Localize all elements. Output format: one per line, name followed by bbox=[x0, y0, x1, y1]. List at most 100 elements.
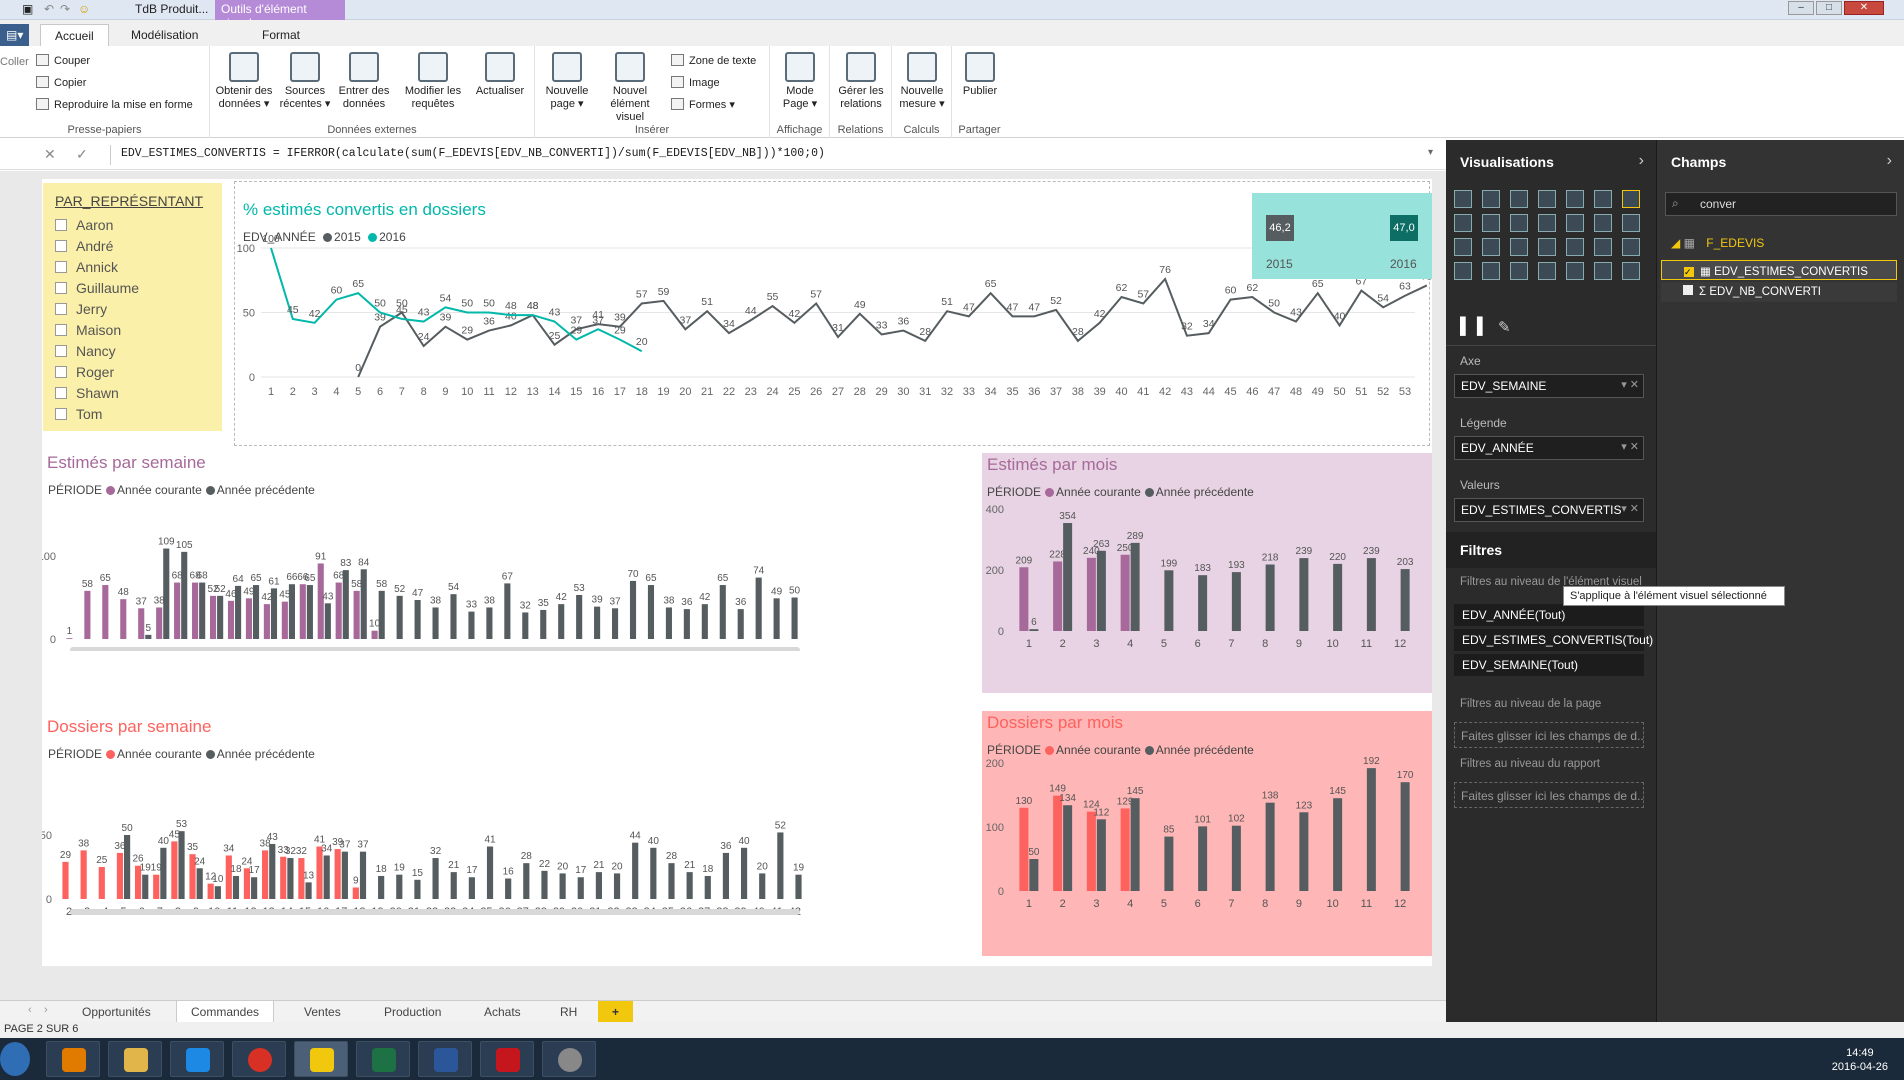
checkbox[interactable] bbox=[55, 282, 67, 294]
recent-sources-button[interactable]: Sources récentes ▾ bbox=[278, 52, 332, 111]
cut-button[interactable]: Couper bbox=[36, 54, 90, 67]
new-measure-button[interactable]: Nouvelle mesure ▾ bbox=[896, 52, 948, 111]
page-tab-rh[interactable]: RH bbox=[546, 1001, 591, 1023]
next-page-icon[interactable]: › bbox=[44, 1004, 48, 1016]
line-chart-visual[interactable]: % estimés convertis en dossiers EDV_ANNÉ… bbox=[234, 181, 1431, 446]
search-input[interactable]: conver bbox=[1700, 197, 1736, 211]
monthly-files-visual[interactable]: Dossiers par mois PÉRIODE Année courante A… bbox=[982, 711, 1432, 956]
start-button[interactable] bbox=[0, 1042, 30, 1076]
visual-type-icon[interactable] bbox=[1482, 214, 1500, 232]
slicer-item[interactable]: Shawn bbox=[55, 385, 119, 401]
tab-modelisation[interactable]: Modélisation bbox=[117, 24, 212, 46]
visual-type-icon[interactable] bbox=[1594, 190, 1612, 208]
page-tab-production[interactable]: Production bbox=[370, 1001, 455, 1023]
redo-icon[interactable]: ↷ bbox=[60, 2, 70, 16]
paste-button[interactable]: Coller bbox=[0, 56, 29, 68]
visual-type-icon[interactable] bbox=[1594, 238, 1612, 256]
checkbox[interactable] bbox=[55, 324, 67, 336]
table-node[interactable]: ◢ ▦ F_EDEVIS bbox=[1671, 236, 1764, 250]
visual-type-icon[interactable] bbox=[1482, 190, 1500, 208]
manage-relations-button[interactable]: Gérer les relations bbox=[834, 52, 888, 111]
monthly-estimates-visual[interactable]: Estimés par mois PÉRIODE Année courante An… bbox=[982, 453, 1432, 693]
visual-type-icon[interactable] bbox=[1538, 214, 1556, 232]
smiley-icon[interactable]: ☺ bbox=[78, 2, 90, 16]
visual-type-icon[interactable] bbox=[1510, 214, 1528, 232]
checkbox[interactable] bbox=[55, 366, 67, 378]
maximize-button[interactable]: □ bbox=[1816, 1, 1842, 15]
checkbox[interactable] bbox=[55, 345, 67, 357]
refresh-button[interactable]: Actualiser bbox=[472, 52, 528, 98]
slicer-item[interactable]: André bbox=[55, 238, 113, 254]
new-page-button[interactable]: Nouvelle page ▾ bbox=[539, 52, 595, 111]
visual-type-icon[interactable] bbox=[1454, 190, 1472, 208]
tab-accueil[interactable]: Accueil bbox=[40, 24, 109, 46]
taskbar-powerbi[interactable] bbox=[294, 1041, 348, 1077]
cancel-formula-icon[interactable]: ✕ bbox=[44, 146, 56, 163]
visual-type-icon[interactable] bbox=[1482, 238, 1500, 256]
file-menu-button[interactable]: ▤▾ bbox=[0, 24, 30, 46]
enter-data-button[interactable]: Entrer des données bbox=[336, 52, 392, 111]
close-button[interactable]: ✕ bbox=[1844, 1, 1884, 15]
slicer-item[interactable]: Roger bbox=[55, 364, 114, 380]
collapse-chevron-icon[interactable]: › bbox=[1887, 152, 1892, 170]
visual-type-icon[interactable] bbox=[1454, 214, 1472, 232]
taskbar-outlook[interactable] bbox=[46, 1041, 100, 1077]
taskbar-explorer[interactable] bbox=[108, 1041, 162, 1077]
expand-icon[interactable]: ◢ bbox=[1671, 236, 1680, 250]
weekly-files-visual[interactable]: Dossiers par semaine PÉRIODE Année couran… bbox=[42, 715, 982, 915]
page-tab-commandes[interactable]: Commandes bbox=[176, 1001, 275, 1023]
taskbar-chrome[interactable] bbox=[232, 1041, 286, 1077]
slicer-item[interactable]: Tom bbox=[55, 406, 102, 422]
shapes-button[interactable]: Formes ▾ bbox=[671, 98, 735, 111]
legend-well[interactable]: EDV_ANNÉE ▾ ✕ bbox=[1454, 436, 1644, 460]
textbox-button[interactable]: Zone de texte bbox=[671, 54, 756, 67]
page-tab-opportunites[interactable]: Opportunités bbox=[68, 1001, 165, 1023]
checkbox[interactable] bbox=[55, 303, 67, 315]
taskbar-ie[interactable] bbox=[170, 1041, 224, 1077]
publish-button[interactable]: Publier bbox=[956, 52, 1004, 98]
tab-format[interactable]: Format bbox=[248, 24, 314, 46]
save-icon[interactable]: ▣ bbox=[22, 2, 33, 16]
report-filters-dropzone[interactable]: Faites glisser ici les champs de d... bbox=[1454, 782, 1644, 808]
remove-field-icon[interactable]: ▾ ✕ bbox=[1621, 378, 1639, 391]
system-clock[interactable]: 14:49 2016-04-26 bbox=[1832, 1046, 1888, 1074]
kpi-card[interactable]: 46,2 47,0 2015 2016 bbox=[1252, 193, 1432, 279]
slicer-item[interactable]: Nancy bbox=[55, 343, 116, 359]
filter-chip-estimes[interactable]: EDV_ESTIMES_CONVERTIS(Tout) bbox=[1454, 629, 1653, 651]
field-item-nb-converti[interactable]: Σ EDV_NB_CONVERTI bbox=[1661, 282, 1897, 302]
field-search[interactable]: ⌕ conver bbox=[1665, 192, 1897, 216]
undo-icon[interactable]: ↶ bbox=[44, 2, 54, 16]
slicer-item[interactable]: Annick bbox=[55, 259, 118, 275]
add-page-button[interactable]: + bbox=[598, 1001, 634, 1023]
visual-type-icon[interactable] bbox=[1482, 262, 1500, 280]
visual-type-icon[interactable] bbox=[1510, 238, 1528, 256]
prev-page-icon[interactable]: ‹ bbox=[28, 1004, 32, 1016]
slicer-item[interactable]: Maison bbox=[55, 322, 121, 338]
visual-type-icon[interactable] bbox=[1566, 214, 1584, 232]
format-tab-icon[interactable]: ✎ bbox=[1498, 318, 1511, 336]
image-button[interactable]: Image bbox=[671, 76, 720, 89]
visual-type-icon[interactable] bbox=[1594, 214, 1612, 232]
visual-type-icon[interactable] bbox=[1510, 190, 1528, 208]
page-tab-ventes[interactable]: Ventes bbox=[290, 1001, 355, 1023]
new-visual-button[interactable]: Nouvel élément visuel bbox=[599, 52, 661, 124]
checkbox-checked[interactable]: ✓ bbox=[1684, 267, 1694, 277]
values-well[interactable]: EDV_ESTIMES_CONVERTIS ▾ ✕ bbox=[1454, 498, 1644, 522]
visual-type-icon[interactable] bbox=[1538, 190, 1556, 208]
visual-type-icon[interactable] bbox=[1454, 238, 1472, 256]
commit-formula-icon[interactable]: ✓ bbox=[76, 146, 88, 163]
filter-chip-annee[interactable]: EDV_ANNÉE(Tout) bbox=[1454, 604, 1644, 626]
visual-type-icon[interactable] bbox=[1622, 238, 1640, 256]
checkbox[interactable] bbox=[55, 408, 67, 420]
checkbox[interactable] bbox=[55, 240, 67, 252]
visual-type-icon[interactable] bbox=[1566, 190, 1584, 208]
weekly-estimates-visual[interactable]: Estimés par semaine PÉRIODE Année courant… bbox=[42, 451, 982, 651]
visual-type-icon[interactable] bbox=[1594, 262, 1612, 280]
visual-type-icon[interactable] bbox=[1622, 262, 1640, 280]
collapse-chevron-icon[interactable]: › bbox=[1639, 152, 1644, 170]
formula-input[interactable]: EDV_ESTIMES_CONVERTIS = IFERROR(calculat… bbox=[110, 145, 1430, 165]
page-tab-achats[interactable]: Achats bbox=[470, 1001, 535, 1023]
slicer-item[interactable]: Jerry bbox=[55, 301, 107, 317]
checkbox[interactable] bbox=[55, 261, 67, 273]
checkbox[interactable] bbox=[1683, 285, 1693, 295]
